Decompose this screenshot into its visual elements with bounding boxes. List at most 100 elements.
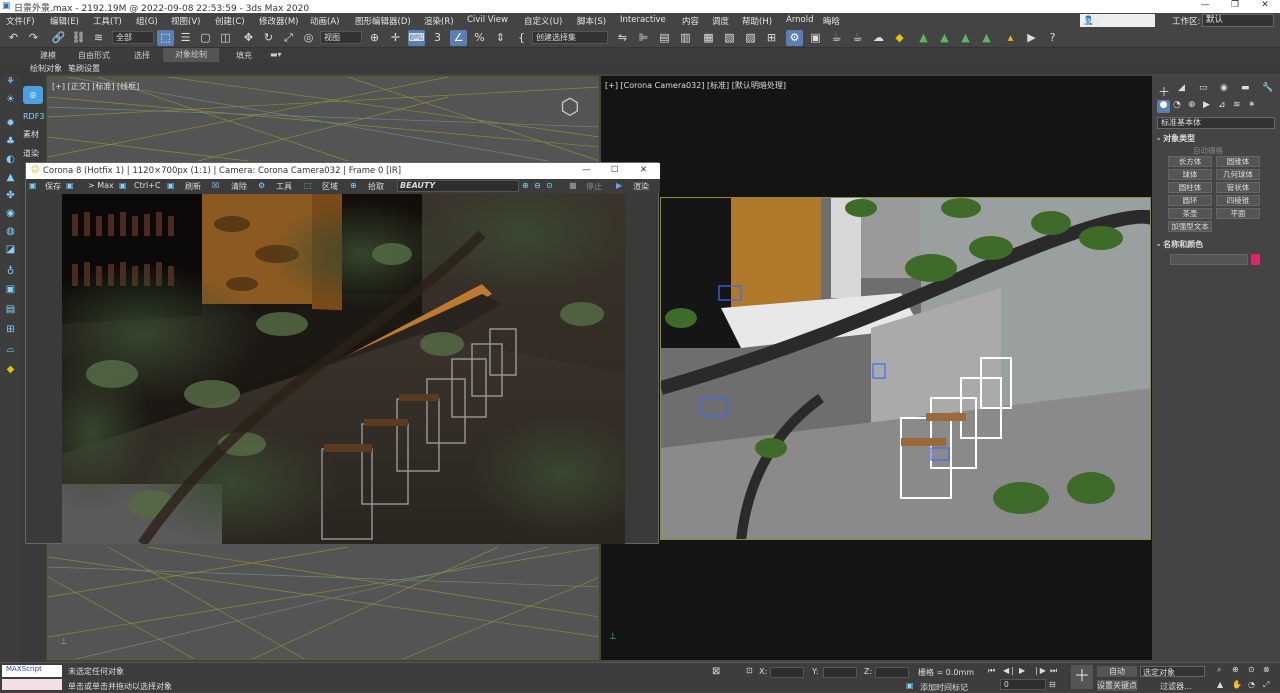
coord-y-field[interactable]: [823, 667, 857, 678]
menu-rendering[interactable]: 渲染(R): [424, 15, 454, 27]
brush-settings-label[interactable]: 笔刷设置: [68, 63, 100, 74]
menu-schedule[interactable]: 调度: [712, 15, 729, 27]
plane-button[interactable]: 平面: [1216, 208, 1260, 219]
textplus-button[interactable]: 加强型文本: [1168, 221, 1212, 232]
menu-graph-editors[interactable]: 图形编辑器(D): [355, 15, 411, 27]
motion-tab-icon[interactable]: ◉: [1220, 83, 1228, 93]
plugin-d-icon[interactable]: ▲: [978, 30, 995, 46]
render-cloud-icon[interactable]: ☁: [870, 30, 887, 46]
coord-x-field[interactable]: [770, 667, 804, 678]
key-filters-button[interactable]: 过滤器...: [1160, 681, 1192, 692]
vfb-minimize-icon[interactable]: —: [582, 165, 591, 175]
menu-modifiers[interactable]: 修改器(M): [259, 15, 298, 27]
cameras-icon[interactable]: ▶: [1203, 100, 1210, 110]
object-icon[interactable]: ▲: [3, 172, 18, 185]
maxscript-output[interactable]: [2, 679, 62, 690]
vfb-zoom-out-icon[interactable]: ⊖: [534, 181, 541, 190]
plugin-b-icon[interactable]: ▲: [936, 30, 953, 46]
glass-icon[interactable]: ◐: [3, 154, 18, 167]
material-label[interactable]: 素材: [23, 129, 39, 140]
frame-icon[interactable]: ▣: [3, 284, 18, 297]
login-dropdown[interactable]: 👤 登录: [1080, 14, 1155, 28]
vfb-channel-dropdown[interactable]: BEAUTY: [397, 180, 519, 192]
maxscript-listener[interactable]: MAXScript: [2, 665, 62, 677]
scale-icon[interactable]: ⤢: [280, 30, 297, 46]
rotate-icon[interactable]: ↻: [260, 30, 277, 46]
close-icon[interactable]: ✕: [1250, 0, 1280, 13]
snaps-toggle-icon[interactable]: 3: [429, 30, 446, 46]
menu-content[interactable]: 内容: [682, 15, 699, 27]
plugin-a-icon[interactable]: ▲: [915, 30, 932, 46]
help-icon[interactable]: ?: [1044, 30, 1061, 46]
toggle-ribbon-icon[interactable]: ▦: [700, 30, 717, 46]
next-frame-icon[interactable]: ❘▶: [1033, 666, 1046, 675]
light-icon[interactable]: ☀: [3, 94, 18, 107]
corona-vfb-icon[interactable]: ◆: [891, 30, 908, 46]
play-icon[interactable]: ▶: [1019, 666, 1025, 675]
vfb-tomax-icon[interactable]: ▣: [66, 181, 74, 190]
hierarchy-tab-icon[interactable]: ▭: [1199, 83, 1208, 93]
rdf-label[interactable]: RDF3: [23, 112, 44, 121]
spinner-snap-icon[interactable]: ⇕: [492, 30, 509, 46]
schematic-view-icon[interactable]: ▨: [742, 30, 759, 46]
goto-start-icon[interactable]: ⏮: [988, 666, 995, 676]
scatter-icon[interactable]: ✤: [3, 190, 18, 203]
vfb-pick-button[interactable]: 拾取: [368, 181, 384, 192]
zoom-extents-all-icon[interactable]: ⊗: [1263, 665, 1270, 674]
edit-named-sel-icon[interactable]: {: [513, 30, 530, 46]
vfb-tools-icon[interactable]: ⚙: [258, 181, 265, 190]
key-filter-dropdown[interactable]: 选定对象: [1140, 666, 1205, 677]
current-frame-field[interactable]: 0: [1000, 679, 1046, 690]
bind-spacewarp-icon[interactable]: ≋: [90, 30, 107, 46]
rect-selection-icon[interactable]: ▢: [197, 30, 214, 46]
menu-file[interactable]: 文件(F): [6, 15, 35, 27]
workspace-dropdown[interactable]: 默认: [1202, 14, 1274, 27]
menu-view[interactable]: 视图(V): [171, 15, 200, 27]
tube-button[interactable]: 管状体: [1216, 182, 1260, 193]
viewport1-label[interactable]: [+] [正交] [标准] [线框]: [52, 81, 139, 92]
plugin-f-icon[interactable]: ▶: [1023, 30, 1040, 46]
corona-icon[interactable]: ◆: [3, 364, 18, 377]
lights-icon[interactable]: ⊕: [1188, 100, 1196, 110]
orbit-icon[interactable]: ◔: [1248, 680, 1255, 689]
render-iterative-icon[interactable]: ☕: [849, 30, 866, 46]
curve-editor-icon[interactable]: ▧: [721, 30, 738, 46]
menu-interactive[interactable]: Interactive: [620, 15, 666, 25]
material-icon[interactable]: ◍: [3, 226, 18, 239]
zoom-all-icon[interactable]: ⊕: [1232, 665, 1239, 674]
fov-icon[interactable]: ▲: [1217, 680, 1223, 689]
goto-end-icon[interactable]: ⏭: [1050, 666, 1057, 676]
vfb-zoom-in-icon[interactable]: ⊕: [522, 181, 529, 190]
menu-scripting[interactable]: 脚本(S): [577, 15, 606, 27]
vfb-refresh-icon[interactable]: ▣: [167, 181, 175, 190]
maximize-icon[interactable]: ❐: [1220, 0, 1250, 13]
menu-create[interactable]: 创建(C): [215, 15, 245, 27]
plugin-c-icon[interactable]: ▲: [957, 30, 974, 46]
bulb-icon[interactable]: ♁: [3, 266, 18, 279]
vfb-close-icon[interactable]: ✕: [640, 165, 647, 175]
helpers-icon[interactable]: ⊿: [1218, 100, 1226, 110]
sun-icon[interactable]: ✹: [3, 118, 18, 131]
create-tab-icon[interactable]: ＋: [1158, 83, 1170, 100]
material-editor-icon[interactable]: ⊞: [763, 30, 780, 46]
unlink-icon[interactable]: ⛓: [70, 30, 87, 46]
ribbon-tab-populate[interactable]: 填充: [236, 50, 252, 61]
auto-key-button[interactable]: 自动: [1097, 666, 1137, 677]
sphere-button[interactable]: 球体: [1168, 169, 1212, 180]
placement-icon[interactable]: ◎: [300, 30, 317, 46]
grid-icon[interactable]: ⊞: [3, 324, 18, 337]
time-config-icon[interactable]: ⊟: [1049, 680, 1056, 689]
utilities-tab-icon[interactable]: 🔧: [1262, 83, 1273, 93]
ribbon-tab-modeling[interactable]: 建模: [40, 50, 56, 61]
object-name-input[interactable]: [1170, 254, 1248, 265]
render-production-icon[interactable]: ☕: [828, 30, 845, 46]
vfb-copy-icon[interactable]: ▣: [119, 181, 127, 190]
display-tab-icon[interactable]: ▬: [1241, 83, 1250, 93]
geometry-icon[interactable]: ●: [1157, 100, 1170, 113]
vfb-clear-icon[interactable]: ☒: [212, 181, 219, 190]
layer-explorer-icon[interactable]: ▥: [677, 30, 694, 46]
ribbon-tab-object-paint[interactable]: 对象绘制: [163, 48, 219, 62]
autogrid-checkbox[interactable]: 自动栅格: [1193, 145, 1223, 156]
rendered-frame-icon[interactable]: ▣: [807, 30, 824, 46]
window-crossing-icon[interactable]: ◫: [217, 30, 234, 46]
